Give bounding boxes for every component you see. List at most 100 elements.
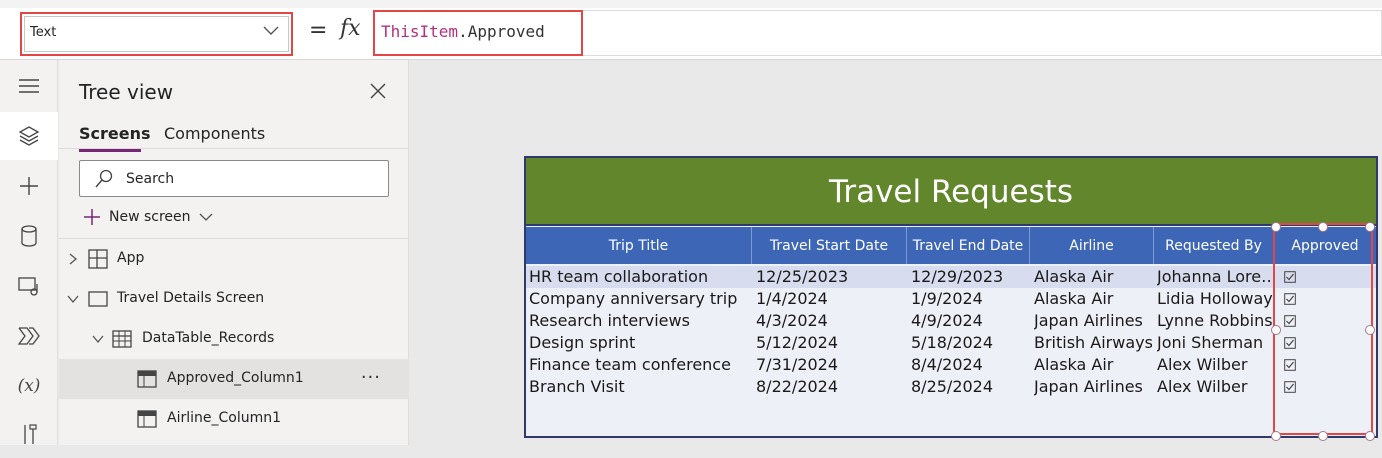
search-box[interactable] [79, 160, 389, 197]
screen-icon [88, 291, 108, 307]
resize-handle[interactable] [1365, 325, 1375, 335]
layers-icon [18, 126, 40, 146]
more-options-icon[interactable]: ··· [361, 367, 381, 388]
rail-tools[interactable] [0, 410, 58, 458]
tree-node-label: Approved_Column1 [167, 370, 304, 386]
column-header-travel-start-date[interactable]: Travel Start Date [752, 227, 907, 264]
title-banner[interactable]: Travel Requests [526, 158, 1376, 225]
app-icon [88, 249, 108, 269]
cell-airline: Japan Airlines [1034, 311, 1143, 330]
search-input[interactable] [124, 168, 374, 190]
cell-end-date: 1/9/2024 [911, 289, 983, 308]
table-row[interactable]: Branch Visit 8/22/2024 8/25/2024 Japan A… [526, 376, 1376, 398]
resize-handle[interactable] [1318, 222, 1328, 232]
rail-data[interactable] [0, 212, 58, 260]
cell-end-date: 8/25/2024 [911, 377, 994, 396]
chevron-right-icon[interactable] [69, 253, 77, 265]
tree-node-label: App [117, 250, 145, 266]
cell-end-date: 12/29/2023 [911, 267, 1004, 286]
table-row[interactable]: Finance team conference 7/31/2024 8/4/20… [526, 354, 1376, 376]
top-strip [0, 0, 1382, 8]
resize-handle[interactable] [1271, 222, 1281, 232]
formula-keyword: ThisItem [381, 22, 459, 41]
rail-media[interactable] [0, 262, 58, 310]
cell-end-date: 5/18/2024 [911, 333, 994, 352]
cell-trip-title: Branch Visit [529, 377, 625, 396]
table-row[interactable]: HR team collaboration 12/25/2023 12/29/2… [526, 266, 1376, 288]
resize-handle[interactable] [1365, 431, 1375, 441]
cell-trip-title: Company anniversary trip [529, 289, 738, 308]
column-header-requested-by[interactable]: Requested By [1154, 227, 1274, 264]
tree-node-airline-column1[interactable]: Airline_Column1 [59, 399, 409, 439]
database-icon [21, 225, 37, 247]
cell-start-date: 7/31/2024 [756, 355, 839, 374]
tree-node-label: Airline_Column1 [167, 410, 282, 426]
tab-components[interactable]: Components [164, 124, 265, 143]
cell-airline: British Airways [1034, 333, 1152, 352]
plus-icon [20, 177, 38, 195]
new-screen-label: New screen [109, 209, 191, 225]
cell-requested-by: Alex Wilber [1157, 355, 1248, 374]
column-header-trip-title[interactable]: Trip Title [526, 227, 752, 264]
tree-view-panel: Tree view Screens Components New screen [59, 60, 409, 445]
fx-icon[interactable]: fx [340, 16, 361, 41]
cell-trip-title: Finance team conference [529, 355, 731, 374]
title-underline [526, 224, 1376, 226]
tree-node-datatable-records[interactable]: DataTable_Records [59, 319, 409, 359]
search-icon [95, 169, 113, 188]
resize-handle[interactable] [1271, 431, 1281, 441]
resize-handle[interactable] [1271, 325, 1281, 335]
property-dropdown-value: Text [30, 25, 57, 40]
column-icon [137, 410, 157, 428]
selected-column-outline [1273, 223, 1373, 435]
rail-menu[interactable] [0, 62, 58, 110]
formula-property: .Approved [458, 22, 545, 41]
tree-view-title: Tree view [79, 80, 174, 104]
cell-trip-title: Design sprint [529, 333, 636, 352]
table-row[interactable]: Research interviews 4/3/2024 4/9/2024 Ja… [526, 310, 1376, 332]
tree-node-label: Travel Details Screen [117, 290, 265, 306]
chevron-down-icon[interactable] [92, 335, 104, 343]
cell-end-date: 8/4/2024 [911, 355, 983, 374]
cell-trip-title: HR team collaboration [529, 267, 709, 286]
screen-title: Travel Requests [828, 173, 1074, 210]
chevron-down-icon[interactable] [67, 295, 79, 303]
column-header-airline[interactable]: Airline [1030, 227, 1154, 264]
power-automate-icon [17, 327, 40, 345]
rail-tree-view[interactable] [0, 112, 58, 160]
cell-airline: Japan Airlines [1034, 377, 1143, 396]
chevron-down-icon [199, 213, 212, 221]
tree-node-approved-column1[interactable]: Approved_Column1 ··· [59, 359, 409, 399]
chevron-down-icon [263, 26, 279, 35]
cell-airline: Alaska Air [1034, 355, 1114, 374]
formula-text[interactable]: ThisItem.Approved [381, 22, 545, 41]
media-icon [18, 277, 38, 296]
new-screen-button[interactable]: New screen [83, 206, 213, 228]
rail-power-automate[interactable] [0, 312, 58, 360]
plus-icon [84, 209, 100, 225]
cell-airline: Alaska Air [1034, 267, 1114, 286]
close-icon[interactable] [370, 83, 386, 99]
resize-handle[interactable] [1365, 222, 1375, 232]
tree-node-travel-details-screen[interactable]: Travel Details Screen [59, 279, 409, 319]
active-tab-underline [79, 149, 141, 152]
cell-start-date: 5/12/2024 [756, 333, 839, 352]
table-row[interactable]: Company anniversary trip 1/4/2024 1/9/20… [526, 288, 1376, 310]
rail-variables[interactable]: (x) [0, 362, 58, 410]
cell-requested-by: Joni Sherman [1157, 333, 1264, 352]
resize-handle[interactable] [1318, 431, 1328, 441]
tree-node-app[interactable]: App [59, 239, 409, 279]
cell-start-date: 1/4/2024 [756, 289, 828, 308]
property-dropdown[interactable]: Text [20, 12, 293, 56]
cell-requested-by: Lynne Robbins [1157, 311, 1273, 330]
table-row[interactable]: Design sprint 5/12/2024 5/18/2024 Britis… [526, 332, 1376, 354]
data-table-body: HR team collaboration 12/25/2023 12/29/2… [526, 264, 1376, 436]
cell-requested-by: Johanna Lore… [1157, 267, 1273, 286]
column-header-travel-end-date[interactable]: Travel End Date [907, 227, 1030, 264]
cell-end-date: 4/9/2024 [911, 311, 983, 330]
data-table-icon [112, 330, 132, 348]
rail-insert[interactable] [0, 162, 58, 210]
left-rail: (x) [0, 60, 58, 445]
tree-node-label: DataTable_Records [142, 330, 275, 346]
tab-screens[interactable]: Screens [79, 124, 151, 143]
